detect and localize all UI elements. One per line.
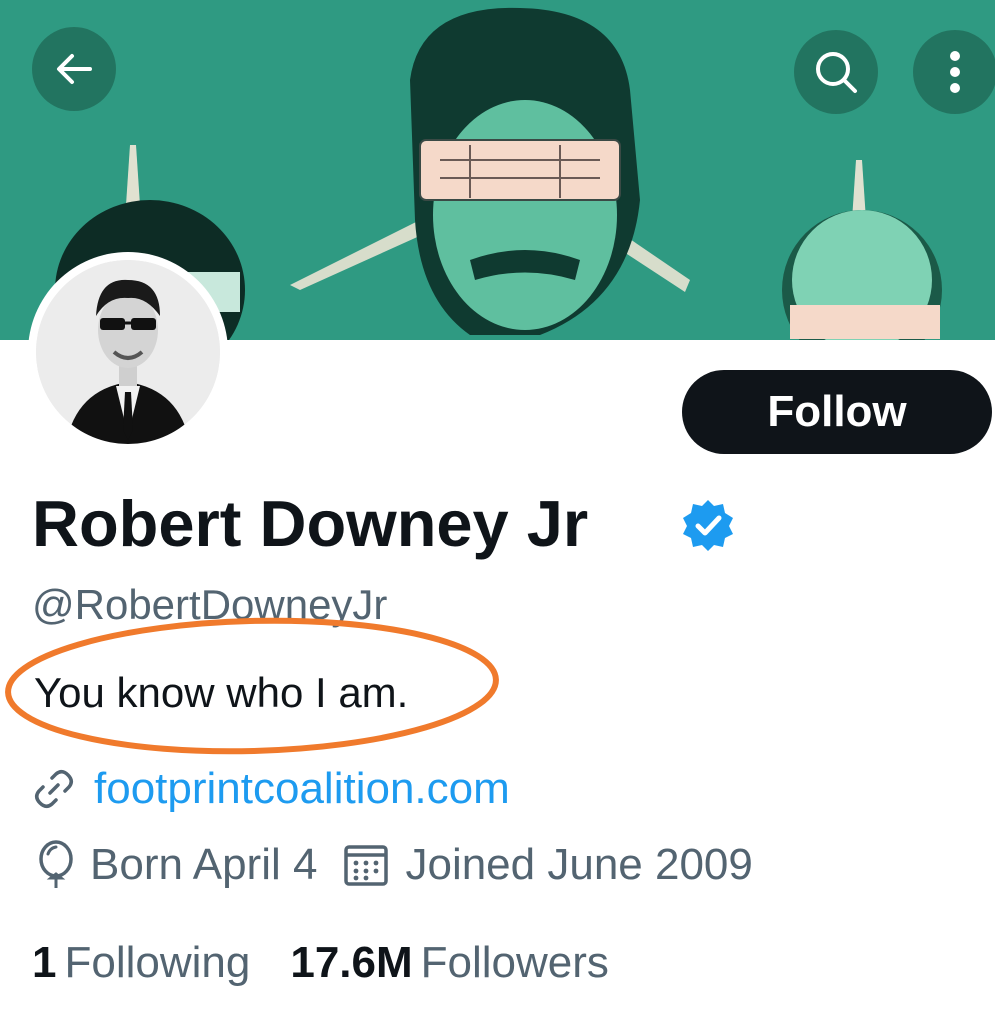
calendar-icon — [344, 845, 389, 886]
follow-button[interactable]: Follow — [682, 370, 992, 454]
joined-text: Joined June 2009 — [405, 840, 753, 889]
profile-meta-row: Born April 4 Joined June 2009 — [36, 838, 753, 892]
website-row: footprintcoalition.com — [32, 762, 510, 816]
following-stat[interactable]: 1 Following — [32, 936, 250, 990]
following-label: Following — [64, 938, 251, 987]
profile-bio: You know who I am. — [34, 669, 409, 716]
link-icon — [35, 770, 73, 808]
birthday-text: Born April 4 — [90, 840, 318, 889]
followers-label: Followers — [420, 938, 609, 987]
follow-stats: 1 Following 17.6M Followers — [32, 936, 609, 990]
balloon-icon — [39, 840, 73, 888]
verified-badge-icon — [683, 500, 733, 551]
followers-stat[interactable]: 17.6M Followers — [290, 936, 609, 990]
joined-date: Joined June 2009 — [343, 838, 753, 892]
more-vertical-icon — [950, 51, 960, 93]
display-name: Robert Downey Jr — [32, 487, 589, 560]
search-icon — [816, 52, 857, 93]
back-button[interactable] — [32, 27, 116, 111]
avatar-photo — [36, 260, 220, 444]
following-count: 1 — [32, 938, 57, 987]
followers-count: 17.6M — [290, 938, 413, 987]
website-link[interactable]: footprintcoalition.com — [94, 762, 510, 816]
arrow-left-icon — [57, 54, 92, 84]
more-options-button[interactable] — [913, 30, 995, 114]
avatar[interactable] — [28, 252, 228, 452]
search-button[interactable] — [794, 30, 878, 114]
